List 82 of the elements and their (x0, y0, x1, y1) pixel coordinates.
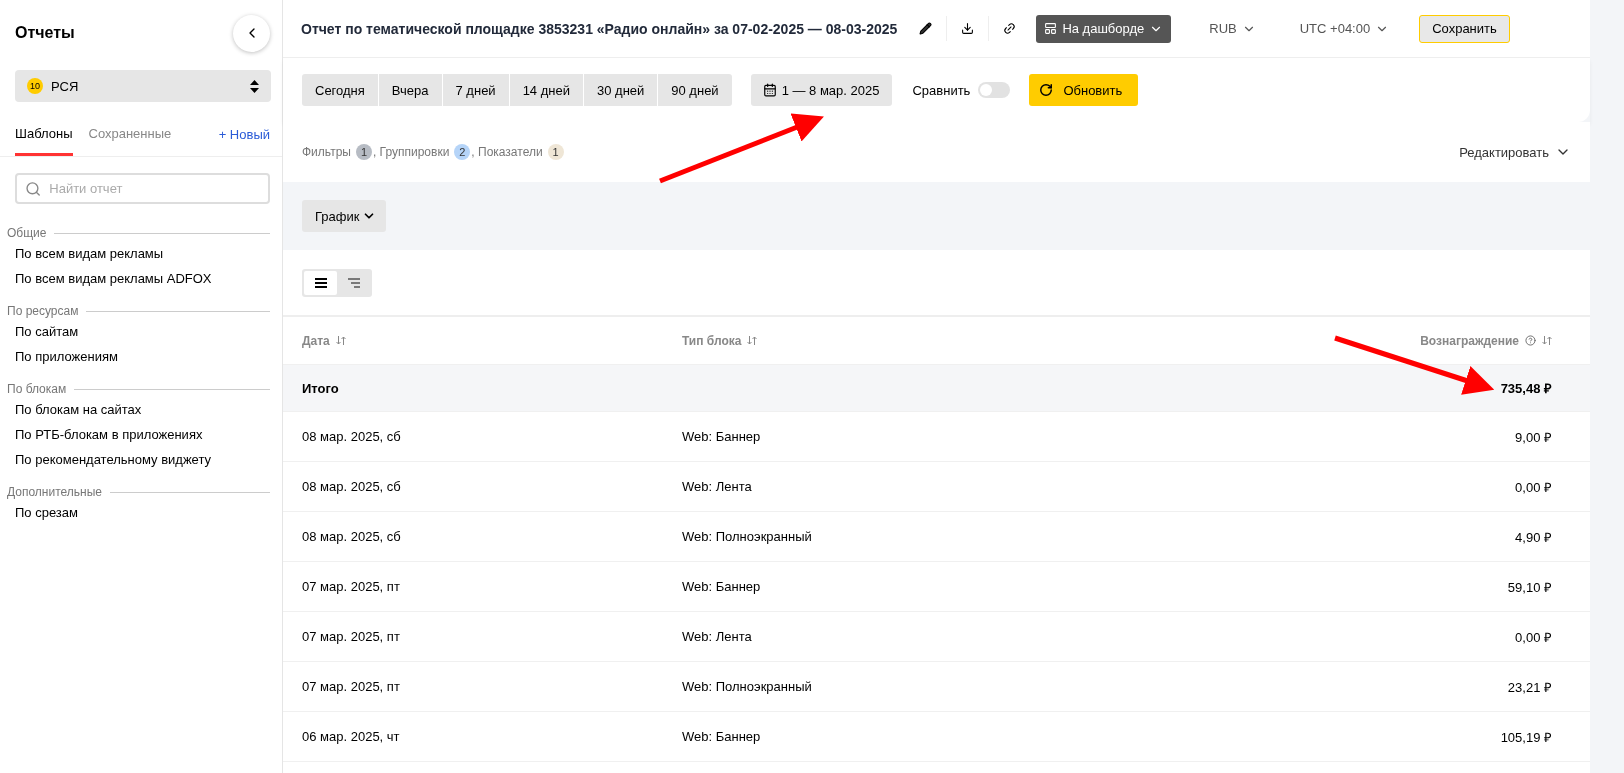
table-cell-text: 07 мар. 2025, пт (302, 679, 401, 694)
table-cell-text: 07 мар. 2025, пт (302, 629, 401, 644)
help-icon[interactable] (1525, 335, 1536, 346)
source-badge: 10 (27, 78, 43, 94)
dashboard-button[interactable]: На дашборде (1036, 14, 1172, 43)
pencil-icon (919, 22, 933, 35)
report-template-link[interactable]: По РТБ-блокам в приложениях (0, 421, 282, 446)
report-template-link[interactable]: По всем видам рекламы ADFOX (0, 265, 282, 290)
new-report-link[interactable]: + Новый (218, 127, 270, 156)
save-button[interactable]: Сохранить (1419, 14, 1510, 43)
download-icon (961, 22, 975, 35)
total-label: Итого (302, 380, 340, 396)
summary-label: Фильтры (302, 145, 351, 159)
search-field[interactable]: Найти отчет (15, 173, 270, 204)
group-title: По блокам (7, 382, 67, 396)
table-cell-text: Web: Полноэкранный (682, 679, 813, 694)
date-range-button[interactable]: 1 — 8 мар. 2025 (750, 74, 893, 106)
sort-icon[interactable] (747, 336, 758, 345)
compare-switch[interactable] (978, 82, 1011, 98)
timezone-dropdown[interactable]: UTC +04:00 (1277, 21, 1412, 36)
report-template-link[interactable]: По приложениям (0, 343, 282, 368)
table-cell-text: 59,10 ₽ (1506, 578, 1552, 596)
sort-arrows-icon (250, 79, 259, 93)
sidebar-tab[interactable]: Сохраненные (88, 120, 172, 156)
table-cell-text: Web: Баннер (682, 729, 762, 744)
summary-label: , Группировки (372, 145, 450, 159)
table-cell-text: 08 мар. 2025, сб (302, 479, 402, 494)
currency-dropdown[interactable]: RUB (1187, 21, 1278, 36)
view-button[interactable] (304, 270, 337, 295)
table-cell-text: 07 мар. 2025, пт (302, 579, 401, 594)
period-button[interactable]: 14 дней (509, 74, 583, 106)
table-cell-text: 08 мар. 2025, сб (302, 529, 402, 544)
report-title: Отчет по тематической площадке 3853231 «Радио онлайн» за 07-02-2025 — 08-03-2025 (301, 20, 898, 37)
period-button[interactable]: Вчера (378, 74, 442, 106)
table-cell-text: 23,21 ₽ (1506, 678, 1552, 696)
sidebar-title: Отчеты (15, 24, 75, 42)
count-badge: 1 (355, 144, 372, 160)
sidebar-tab[interactable]: Шаблоны (15, 120, 73, 156)
count-badge: 2 (454, 144, 471, 160)
table-cell-text: 06 мар. 2025, чт (302, 729, 401, 744)
table-cell-text: 105,19 ₽ (1499, 728, 1552, 746)
table-cell-text: Web: Баннер (682, 579, 762, 594)
report-template-link[interactable]: По блокам на сайтах (0, 396, 282, 421)
sort-icon[interactable] (1542, 336, 1552, 345)
report-template-link[interactable]: По всем видам рекламы (0, 240, 282, 265)
total-value: 735,48 ₽ (1499, 380, 1552, 397)
period-button[interactable]: Сегодня (302, 74, 378, 106)
compare-label: Сравнить (912, 82, 971, 98)
count-badge: 1 (547, 144, 564, 160)
group-title: Общие (7, 226, 47, 240)
dashboard-icon (1044, 22, 1058, 35)
summary-label: , Показатели (471, 145, 543, 159)
source-select[interactable]: 10 РСЯ (15, 70, 271, 102)
sort-icon[interactable] (335, 336, 346, 345)
table-cell-text: Web: Лента (682, 479, 753, 494)
period-button[interactable]: 7 дней (442, 74, 509, 106)
refresh-icon (1039, 83, 1054, 97)
column-header[interactable]: Тип блока (682, 333, 742, 348)
chart-button[interactable]: График (302, 200, 387, 232)
table-cell-text: Web: Баннер (682, 429, 762, 444)
list-icon (314, 277, 327, 288)
tree-list-icon (347, 277, 360, 288)
group-title: По ресурсам (7, 304, 79, 318)
table-cell-text: 0,00 ₽ (1514, 628, 1552, 646)
search-icon (25, 179, 42, 198)
report-template-link[interactable]: По сайтам (0, 318, 282, 343)
table-cell-text: 0,00 ₽ (1514, 478, 1552, 496)
table-cell-text: 08 мар. 2025, сб (302, 429, 402, 444)
table-cell-text: 9,00 ₽ (1514, 428, 1552, 446)
period-button[interactable]: 30 дней (583, 74, 658, 106)
group-title: Дополнительные (7, 485, 102, 499)
table-cell-text: Web: Лента (682, 629, 753, 644)
table-cell-text: Web: Полноэкранный (682, 529, 813, 544)
report-template-link[interactable]: По рекомендательному виджету (0, 446, 282, 471)
column-header[interactable]: Вознаграждение (1420, 333, 1519, 348)
edit-settings-button[interactable]: Редактировать (1459, 144, 1571, 160)
report-template-link[interactable]: По срезам (0, 499, 282, 524)
period-button[interactable]: 90 дней (658, 74, 732, 106)
table-cell-text: 4,90 ₽ (1514, 528, 1552, 546)
calendar-icon (762, 83, 777, 97)
refresh-button[interactable]: Обновить (1029, 74, 1139, 106)
column-header[interactable]: Дата (302, 333, 330, 348)
